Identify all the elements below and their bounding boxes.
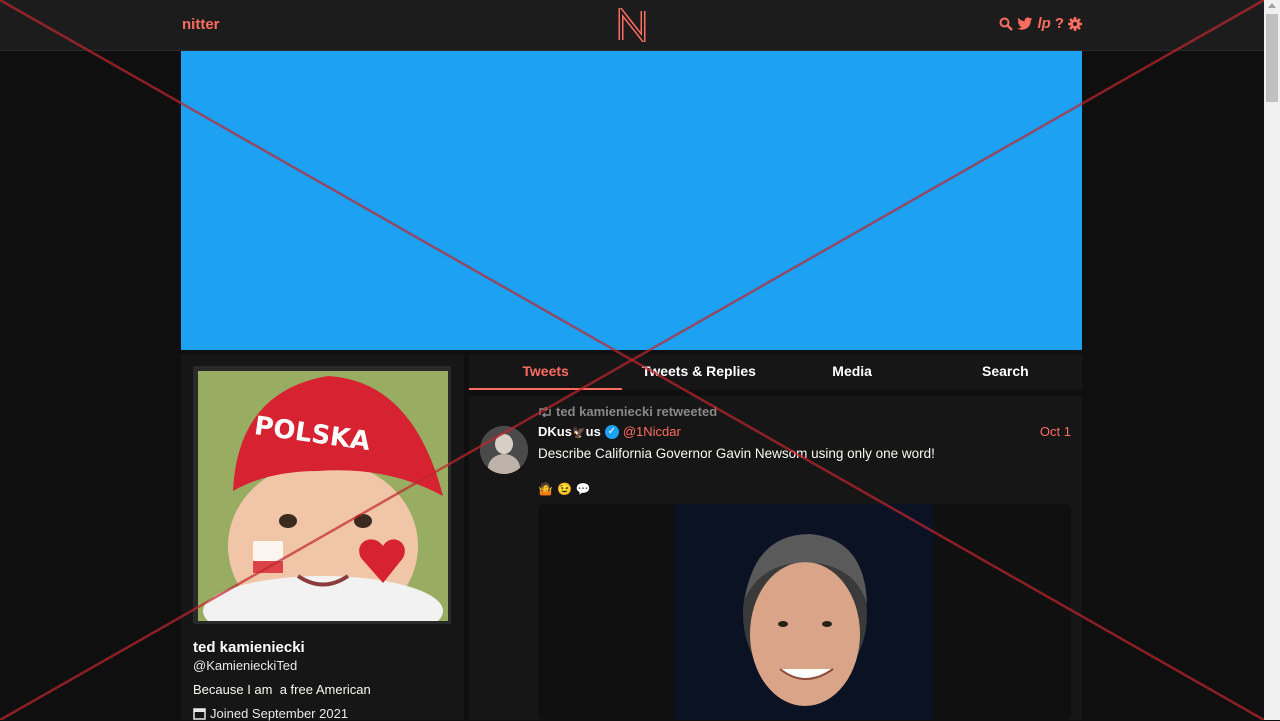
tweet-author-fullname[interactable]: DKus🦅us xyxy=(538,424,601,439)
tweet-text: Describe California Governor Gavin Newso… xyxy=(538,446,935,461)
speech-bubble-emoji-icon: 💬 xyxy=(575,482,591,496)
shrug-emoji-icon: 🤷 xyxy=(538,482,553,496)
calendar-icon xyxy=(193,708,206,720)
profile-banner[interactable] xyxy=(181,51,1082,350)
page-scrollbar[interactable] xyxy=(1264,0,1280,720)
tweet-avatar[interactable] xyxy=(480,426,528,474)
search-icon[interactable] xyxy=(999,17,1014,31)
retweet-header: ted kamieniecki retweeted xyxy=(538,404,717,419)
timeline-tabs: Tweets Tweets & Replies Media Search xyxy=(469,354,1082,390)
tab-tweets[interactable]: Tweets xyxy=(469,354,623,390)
tweet-media-image[interactable] xyxy=(675,504,934,720)
tab-tweets-replies[interactable]: Tweets & Replies xyxy=(622,354,775,390)
tab-search[interactable]: Search xyxy=(929,354,1082,390)
nitter-brand-link[interactable]: nitter xyxy=(182,16,220,33)
profile-joined: Joined September 2021 xyxy=(193,706,348,721)
wink-emoji-icon: 😉 xyxy=(556,482,572,496)
avatar[interactable]: POLSKA xyxy=(193,366,451,624)
tweet-media[interactable] xyxy=(538,504,1071,720)
tab-media[interactable]: Media xyxy=(776,354,929,390)
tweet-author-username[interactable]: @1Nicdar xyxy=(623,424,681,439)
scroll-up-arrow-icon[interactable] xyxy=(1268,3,1276,8)
help-icon[interactable]: ? xyxy=(1055,15,1064,33)
profile-fullname[interactable]: ted kamieniecki xyxy=(193,639,305,656)
settings-icon[interactable] xyxy=(1068,17,1082,31)
joined-date-text: Joined September 2021 xyxy=(210,706,349,721)
navbar: nitter lp ? xyxy=(0,0,1264,51)
profile-bio: Because I am a free American xyxy=(193,682,371,697)
twitter-bird-icon[interactable] xyxy=(1017,17,1033,31)
avatar-image: POLSKA xyxy=(198,371,448,621)
eagle-emoji-icon: 🦅 xyxy=(571,427,586,439)
profile-username[interactable]: @KamienieckiTed xyxy=(193,658,297,673)
tweet-date[interactable]: Oct 1 xyxy=(1040,424,1071,439)
scrollbar-thumb[interactable] xyxy=(1266,14,1278,102)
nav-icons: lp ? xyxy=(999,15,1082,33)
nitter-logo-icon[interactable] xyxy=(617,8,647,42)
retweet-header-text: ted kamieniecki retweeted xyxy=(556,404,718,419)
profile-card: POLSKA ted kamieniecki @KamienieckiTed B… xyxy=(181,354,464,721)
retweet-icon xyxy=(539,406,551,417)
tweet-author-row: DKus🦅us ✓ @1Nicdar xyxy=(538,424,681,439)
verified-badge-icon: ✓ xyxy=(604,424,619,439)
liberapay-icon[interactable]: lp xyxy=(1037,15,1050,33)
timeline: ted kamieniecki retweeted DKus🦅us ✓ @1Ni… xyxy=(469,396,1082,720)
tweet-emojis: 🤷 😉 💬 xyxy=(538,482,591,496)
